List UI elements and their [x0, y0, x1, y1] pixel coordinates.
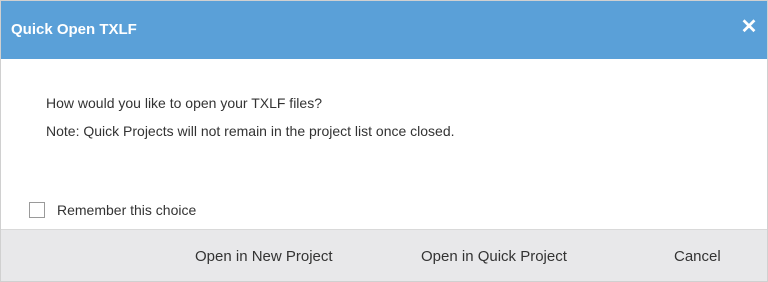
open-in-new-project-button[interactable]: Open in New Project	[195, 248, 333, 266]
dialog-footer: Open in New Project Open in Quick Projec…	[1, 229, 767, 281]
dialog-title: Quick Open TXLF	[11, 21, 137, 38]
remember-choice-checkbox[interactable]: Remember this choice	[29, 200, 196, 220]
open-in-quick-project-button[interactable]: Open in Quick Project	[421, 248, 567, 266]
close-icon[interactable]: ✕	[737, 15, 761, 39]
remember-choice-label: Remember this choice	[57, 202, 197, 218]
cancel-button[interactable]: Cancel	[674, 248, 721, 266]
dialog-body: How would you like to open your TXLF fil…	[1, 59, 767, 218]
message-question: How would you like to open your TXLF fil…	[46, 95, 322, 111]
message-note: Note: Quick Projects will not remain in …	[46, 123, 455, 139]
quick-open-dialog: Quick Open TXLF ✕ How would you like to …	[0, 0, 768, 282]
dialog-titlebar: Quick Open TXLF ✕	[1, 1, 767, 59]
checkbox-box[interactable]	[29, 202, 45, 218]
